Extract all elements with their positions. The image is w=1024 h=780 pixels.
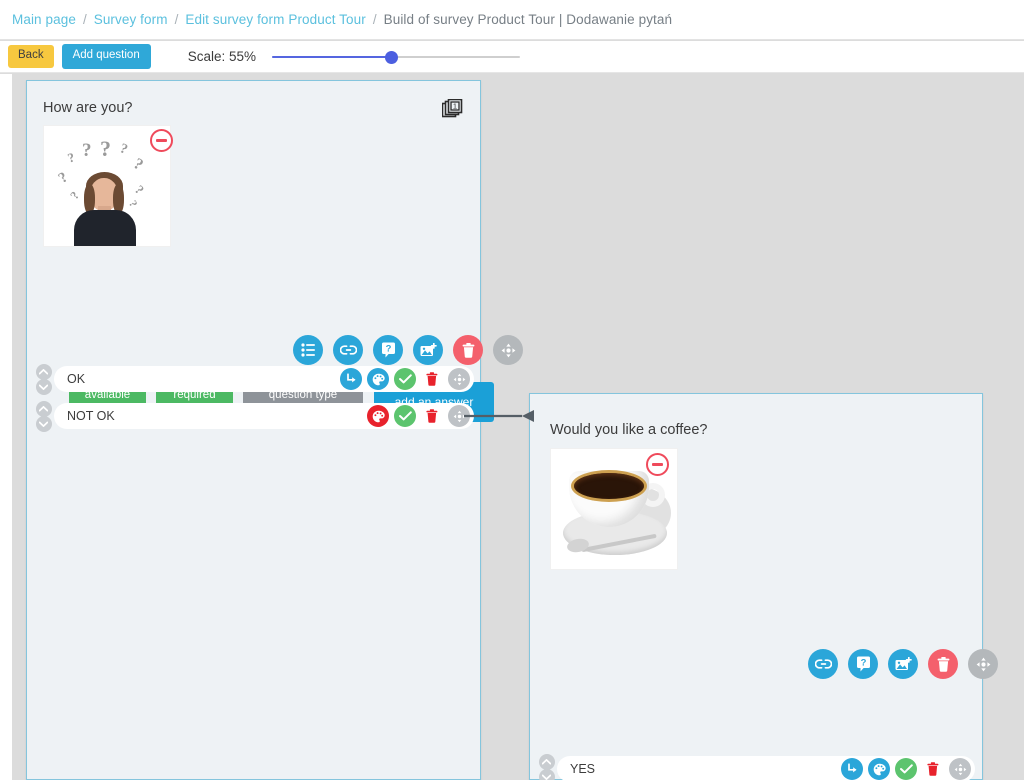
chevron-down-icon[interactable]: [35, 415, 52, 432]
move-icon[interactable]: [493, 335, 523, 365]
photo-detail: [74, 210, 136, 246]
answer-action-icons: [841, 758, 971, 780]
trash-icon[interactable]: [421, 368, 443, 390]
trash-icon[interactable]: [453, 335, 483, 365]
breadcrumb-link-survey-form[interactable]: Survey form: [94, 12, 168, 27]
breadcrumb-separator: /: [174, 12, 179, 27]
question-action-icons: ?: [293, 335, 523, 365]
add-image-icon[interactable]: [413, 335, 443, 365]
move-icon[interactable]: [448, 368, 470, 390]
check-icon[interactable]: [895, 758, 917, 780]
palette-icon[interactable]: [367, 405, 389, 427]
photo-detail: [574, 473, 644, 499]
question-card-2[interactable]: Would you like a coffee? ? YES: [529, 393, 998, 780]
svg-text:?: ?: [860, 657, 866, 668]
breadcrumb-current-page: Build of survey Product Tour | Dodawanie…: [383, 12, 673, 27]
answer-connector-line: [464, 410, 534, 422]
list-icon[interactable]: [293, 335, 323, 365]
chevron-down-icon[interactable]: [35, 378, 52, 395]
answer-row[interactable]: OK: [35, 362, 475, 396]
palette-icon[interactable]: [367, 368, 389, 390]
goto-arrow-icon[interactable]: [841, 758, 863, 780]
chevron-up-icon[interactable]: [35, 363, 52, 380]
chevron-up-icon[interactable]: [35, 400, 52, 417]
move-icon[interactable]: [968, 649, 998, 679]
question-card-1[interactable]: How are you? 1 ? ? ? ? ? ? ? ? ? ? avail…: [26, 80, 523, 780]
answer-row[interactable]: YES: [538, 752, 978, 780]
breadcrumb-link-edit-survey-form[interactable]: Edit survey form Product Tour: [185, 12, 365, 27]
check-icon[interactable]: [394, 405, 416, 427]
slider-fill: [272, 55, 393, 58]
reorder-handle[interactable]: [35, 399, 52, 433]
toolbar: Back Add question Scale: 55%: [0, 41, 1024, 73]
check-icon[interactable]: [394, 368, 416, 390]
chevron-down-icon[interactable]: [538, 768, 555, 780]
canvas-left-margin: [0, 74, 12, 780]
answer-pill[interactable]: OK: [54, 366, 474, 392]
chevron-up-icon[interactable]: [538, 753, 555, 770]
question-title: How are you?: [43, 100, 133, 116]
page-layers-icon[interactable]: 1: [441, 98, 464, 121]
answer-text: NOT OK: [67, 409, 115, 423]
question-title: Would you like a coffee?: [550, 422, 708, 438]
scale-slider[interactable]: [272, 49, 521, 65]
answer-text: OK: [67, 372, 86, 386]
trash-icon[interactable]: [928, 649, 958, 679]
help-bubble-icon[interactable]: ?: [848, 649, 878, 679]
answer-pill[interactable]: YES: [557, 756, 975, 780]
scale-label: Scale: 55%: [187, 49, 257, 64]
goto-arrow-icon[interactable]: [340, 368, 362, 390]
trash-icon[interactable]: [421, 405, 443, 427]
arrow-left-icon: [522, 410, 534, 422]
answer-text: YES: [570, 762, 596, 776]
answer-pill[interactable]: NOT OK: [54, 403, 474, 429]
back-button[interactable]: Back: [8, 45, 54, 68]
answer-row[interactable]: NOT OK: [35, 399, 475, 433]
answer-action-icons: [340, 368, 470, 390]
link-icon[interactable]: [808, 649, 838, 679]
add-question-button[interactable]: Add question: [61, 44, 151, 69]
breadcrumb-separator: /: [82, 12, 87, 27]
link-icon[interactable]: [333, 335, 363, 365]
slider-thumb[interactable]: [385, 50, 399, 64]
breadcrumb-bar: Main page / Survey form / Edit survey fo…: [0, 0, 1024, 40]
svg-text:?: ?: [385, 343, 391, 354]
reorder-handle[interactable]: [35, 362, 52, 396]
trash-icon[interactable]: [922, 758, 944, 780]
breadcrumb-link-main-page[interactable]: Main page: [12, 12, 76, 27]
remove-image-icon[interactable]: [646, 453, 669, 476]
palette-icon[interactable]: [868, 758, 890, 780]
help-bubble-icon[interactable]: ?: [373, 335, 403, 365]
remove-image-icon[interactable]: [150, 129, 173, 152]
move-icon[interactable]: [949, 758, 971, 780]
reorder-handle[interactable]: [538, 752, 555, 780]
answer-action-icons: [367, 405, 470, 427]
survey-builder-canvas[interactable]: How are you? 1 ? ? ? ? ? ? ? ? ? ? avail…: [0, 74, 1024, 780]
breadcrumb-separator: /: [372, 12, 377, 27]
page-badge-count: 1: [453, 102, 457, 111]
add-image-icon[interactable]: [888, 649, 918, 679]
question-action-icons: ?: [808, 649, 998, 679]
